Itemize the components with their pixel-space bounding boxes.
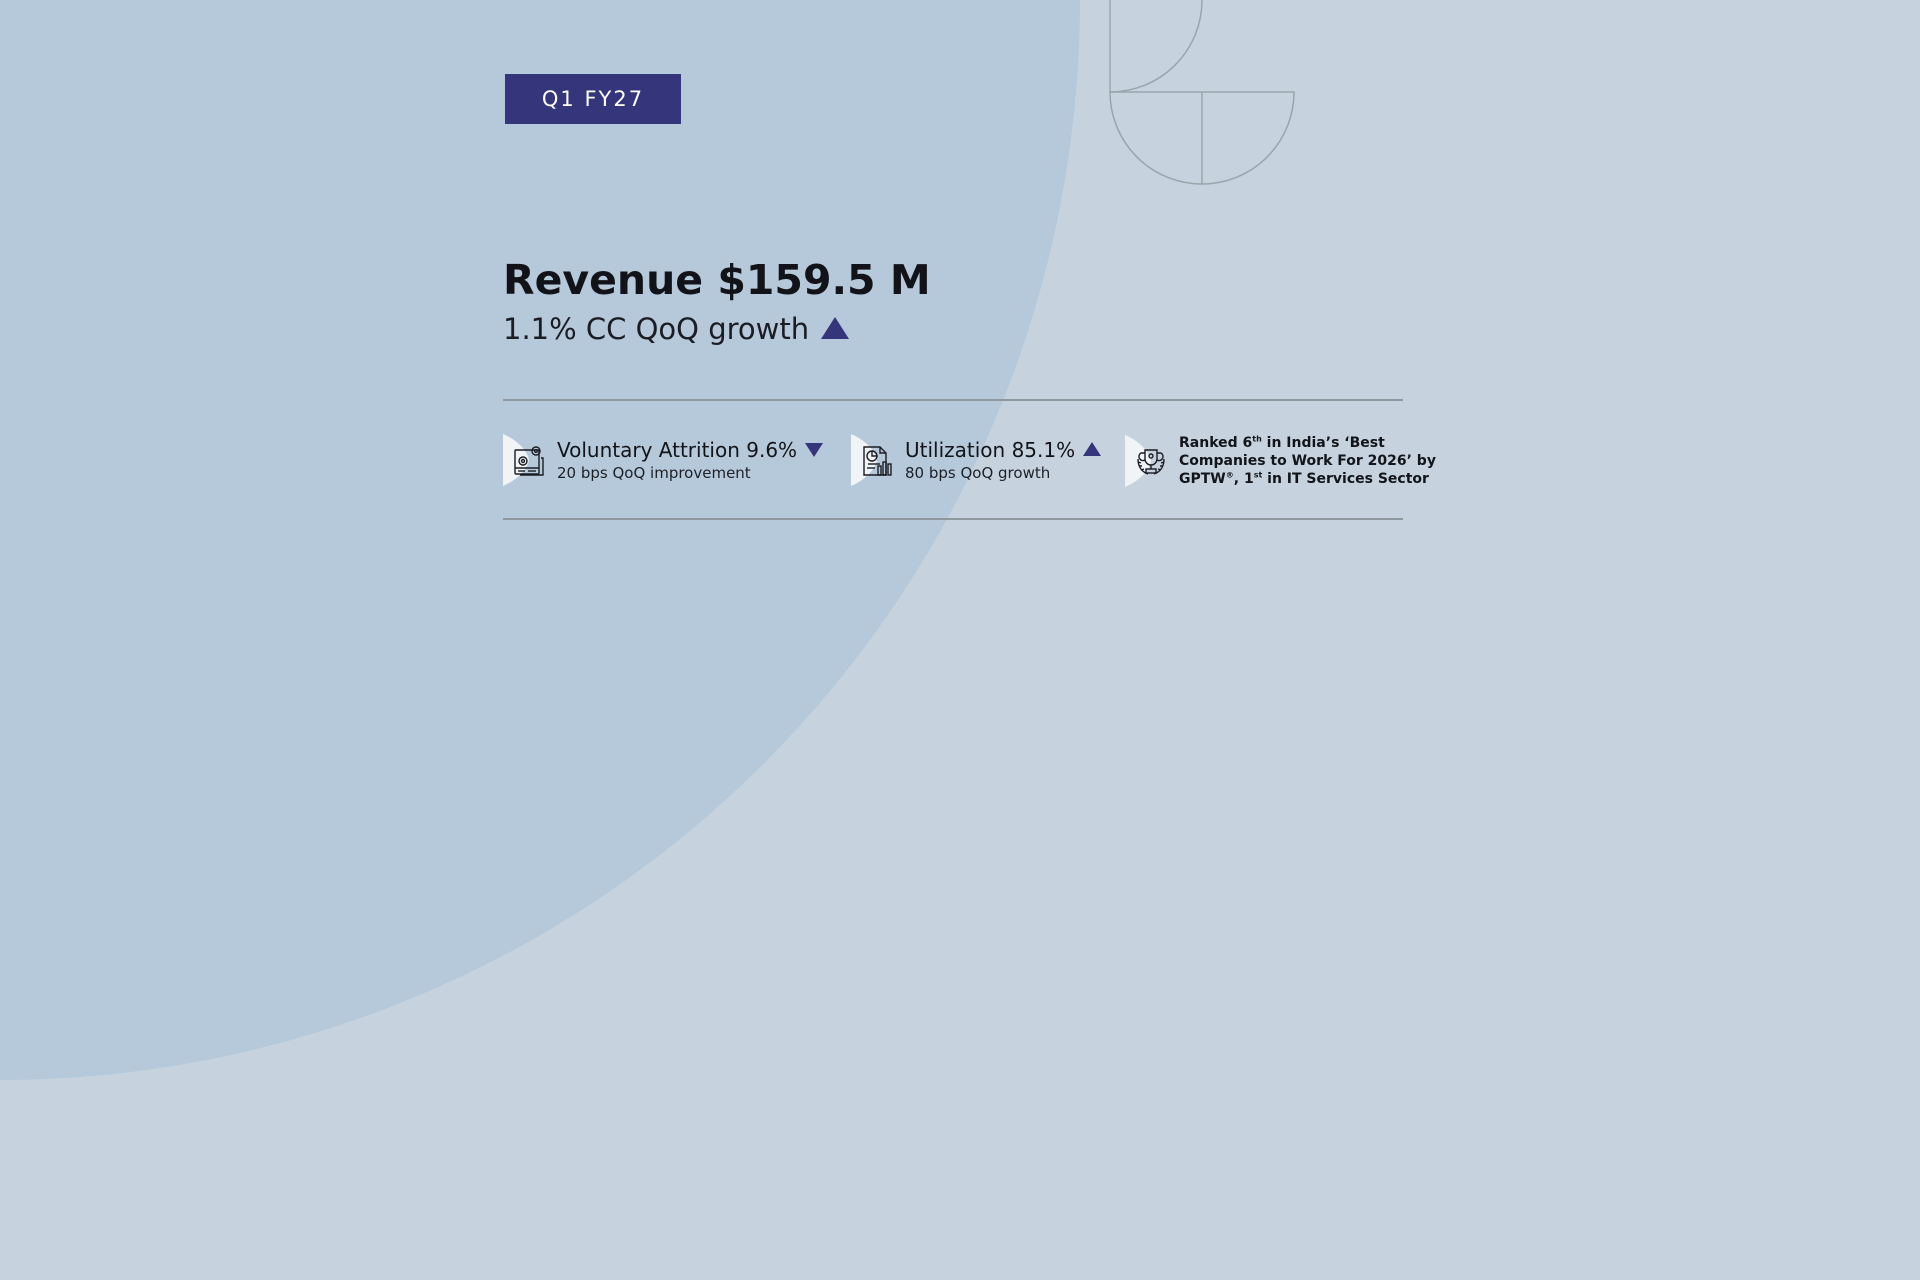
background-quarter-circle xyxy=(0,0,1080,1080)
utilization-text: Utilization 85.1% 80 bps QoQ growth xyxy=(905,437,1102,483)
utilization-report-icon xyxy=(851,434,897,486)
utilization-subtitle: 80 bps QoQ growth xyxy=(905,464,1051,482)
award-line-3-c: in IT Services Sector xyxy=(1262,471,1429,487)
divider-top xyxy=(503,399,1403,401)
revenue-headline: Revenue $159.5 M xyxy=(503,256,931,304)
revenue-growth-text: 1.1% CC QoQ growth xyxy=(503,312,810,346)
metric-utilization: Utilization 85.1% 80 bps QoQ growth xyxy=(851,434,1102,486)
award-line-1-a: Ranked 6 xyxy=(1179,435,1253,451)
trend-down-icon xyxy=(805,443,824,457)
award-block: Ranked 6th in India’s ‘Best Companies to… xyxy=(1125,434,1436,488)
award-line-1-b: in India’s ‘Best xyxy=(1261,435,1385,451)
period-badge-label: Q1 FY27 xyxy=(541,87,645,111)
award-line-3-a: GPTW xyxy=(1179,471,1226,487)
attrition-icon xyxy=(503,434,549,486)
award-line-3-sup1: ® xyxy=(1225,470,1234,480)
award-line-1: Ranked 6th in India’s ‘Best xyxy=(1179,434,1436,452)
award-line-3-b: , 1 xyxy=(1233,471,1254,487)
attrition-subtitle: 20 bps QoQ improvement xyxy=(557,464,751,482)
period-badge: Q1 FY27 xyxy=(505,74,681,124)
attrition-title: Voluntary Attrition 9.6% xyxy=(557,438,798,462)
metric-attrition: Voluntary Attrition 9.6% 20 bps QoQ impr… xyxy=(503,434,824,486)
award-line-2: Companies to Work For 2026’ by xyxy=(1179,453,1436,469)
revenue-growth-line: 1.1% CC QoQ growth xyxy=(503,310,850,348)
utilization-title: Utilization 85.1% xyxy=(905,438,1076,462)
decorative-arcs xyxy=(1109,0,1295,185)
award-line-1-sup: th xyxy=(1252,434,1262,444)
trend-up-icon xyxy=(1083,442,1102,456)
attrition-title-row: Voluntary Attrition 9.6% xyxy=(557,437,824,463)
trend-up-icon xyxy=(821,317,850,339)
divider-bottom xyxy=(503,518,1403,520)
award-trophy-icon xyxy=(1125,435,1171,487)
award-line-3: GPTW®, 1st in IT Services Sector xyxy=(1179,470,1436,488)
award-text: Ranked 6th in India’s ‘Best Companies to… xyxy=(1179,434,1436,488)
award-line-3-sup2: st xyxy=(1253,470,1263,480)
attrition-text: Voluntary Attrition 9.6% 20 bps QoQ impr… xyxy=(557,437,824,483)
utilization-title-row: Utilization 85.1% xyxy=(905,437,1102,463)
